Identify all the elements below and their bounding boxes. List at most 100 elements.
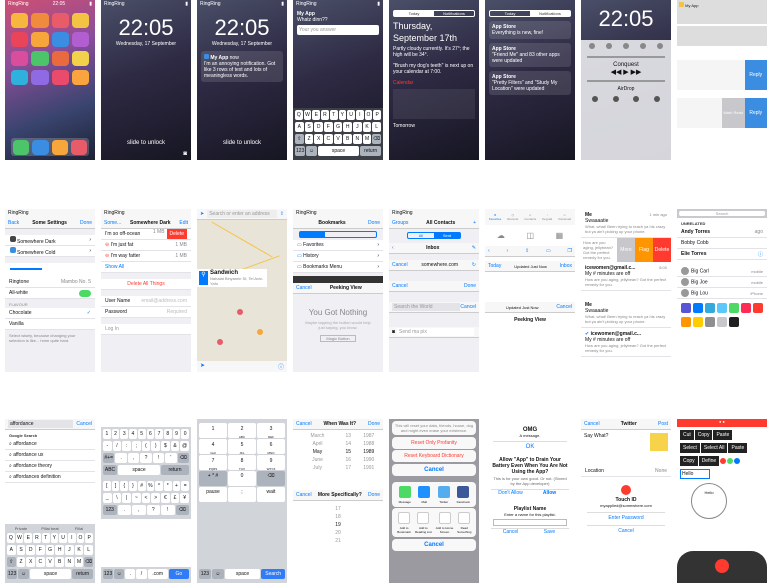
- action-home-screen[interactable]: Add to Home Screen: [434, 511, 456, 534]
- tweet-text[interactable]: Say What?: [581, 430, 671, 466]
- key[interactable]: M: [362, 134, 372, 144]
- key[interactable]: ^: [155, 481, 163, 491]
- key[interactable]: .: [115, 453, 127, 463]
- cancel-button[interactable]: Cancel: [460, 304, 476, 310]
- key[interactable]: Q: [6, 533, 15, 543]
- paste-button[interactable]: Paste: [713, 430, 733, 440]
- key[interactable]: 8: [163, 429, 172, 439]
- key[interactable]: P: [373, 110, 382, 120]
- copy-button[interactable]: Copy: [680, 456, 698, 466]
- abc-key[interactable]: ABC: [103, 465, 117, 475]
- color-swatch[interactable]: [741, 303, 751, 313]
- phone-icon[interactable]: [13, 140, 30, 155]
- post-button[interactable]: Post: [658, 421, 668, 427]
- key[interactable]: ): [151, 441, 161, 451]
- timer-icon[interactable]: [612, 96, 619, 102]
- key[interactable]: !: [161, 505, 175, 515]
- app-icon[interactable]: [51, 51, 69, 66]
- nc-notification[interactable]: App Store "Friend Me" and 83 other apps w…: [489, 43, 571, 67]
- key[interactable]: G: [45, 545, 55, 555]
- username-field[interactable]: User Name email@address.com: [101, 296, 191, 307]
- key[interactable]: <: [141, 493, 151, 503]
- bookmark-row[interactable]: ▭ Favorites ›: [293, 240, 383, 251]
- suggestion-row[interactable]: ⌕ affordance: [5, 439, 95, 450]
- mark-read-button[interactable]: Mark Read: [722, 98, 745, 128]
- key[interactable]: %: [146, 481, 155, 491]
- flavour-row[interactable]: Vanilla: [5, 319, 95, 330]
- cancel-button[interactable]: Cancel: [584, 421, 600, 427]
- key[interactable]: /: [136, 569, 147, 579]
- select-all-button[interactable]: Select All: [700, 443, 728, 453]
- password-field[interactable]: Password Required: [101, 307, 191, 318]
- app-icon[interactable]: [51, 32, 69, 47]
- color-swatch[interactable]: [729, 303, 739, 313]
- tab-favorites[interactable]: ★ Favorites: [489, 213, 501, 221]
- app-icon[interactable]: [71, 32, 89, 47]
- key[interactable]: N: [65, 557, 74, 567]
- tab-recents[interactable]: ◷ Recents: [507, 213, 518, 221]
- reply-input[interactable]: Your you answer: [297, 25, 379, 35]
- symbols-key[interactable]: #+=: [103, 453, 115, 463]
- go-key[interactable]: Go: [168, 569, 189, 579]
- key[interactable]: C: [324, 134, 333, 144]
- key[interactable]: L: [372, 122, 382, 132]
- minus-icon[interactable]: ⊖: [105, 253, 109, 259]
- key[interactable]: I: [67, 533, 76, 543]
- more-button[interactable]: More: [617, 238, 635, 262]
- key[interactable]: \: [112, 493, 122, 503]
- cancel-button[interactable]: Cancel: [296, 421, 312, 427]
- camera-icon[interactable]: [653, 96, 660, 102]
- mail-item[interactable]: ✔ icewomen@gmail.c... My # minutes are of…: [581, 328, 671, 357]
- moon-icon[interactable]: [639, 43, 646, 49]
- key[interactable]: R: [321, 110, 329, 120]
- done-button[interactable]: Done: [368, 421, 380, 427]
- app-icon[interactable]: [11, 13, 29, 28]
- delete-all-button[interactable]: Delete All Things: [101, 279, 191, 290]
- key[interactable]: *: [163, 481, 172, 491]
- contact-row[interactable]: Bobby Cobb: [677, 238, 767, 249]
- key[interactable]: Y: [50, 533, 59, 543]
- key[interactable]: I: [355, 110, 364, 120]
- ringtone-row[interactable]: Ringtone Mambo No. 5: [5, 277, 95, 288]
- banner-notification[interactable]: My App: [677, 0, 767, 24]
- key[interactable]: X: [314, 134, 323, 144]
- key[interactable]: B: [55, 557, 65, 567]
- color-swatch[interactable]: [693, 317, 703, 327]
- action-read[interactable]: Read Something: [455, 511, 473, 534]
- notification[interactable]: My App now I'm an annoying notification.…: [201, 51, 283, 82]
- key[interactable]: M: [74, 557, 84, 567]
- action-reading-list[interactable]: Add to Reading List: [413, 511, 434, 534]
- return-key[interactable]: return: [161, 465, 189, 475]
- numbers-key[interactable]: 123: [199, 569, 211, 579]
- cancel-button[interactable]: Cancel: [392, 464, 476, 476]
- chat-row[interactable]: Big Lou iPhone: [677, 288, 767, 299]
- add-button[interactable]: +: [473, 220, 476, 226]
- tab-voicemail[interactable]: ∞ Voicemail: [558, 213, 571, 221]
- prediction[interactable]: Private: [7, 526, 35, 531]
- key[interactable]: Q: [294, 110, 303, 120]
- key[interactable]: E: [24, 533, 33, 543]
- delete-key[interactable]: ⌫: [177, 453, 189, 463]
- tab-notifications[interactable]: Notifications: [434, 11, 474, 16]
- key[interactable]: :: [122, 441, 131, 451]
- key[interactable]: O: [76, 533, 85, 543]
- dotcom-key[interactable]: .com: [147, 569, 168, 579]
- mail-item[interactable]: Me Swaaaatie What, what! Been trying to re…: [581, 299, 671, 328]
- color-swatch[interactable]: [753, 303, 763, 313]
- enter-password-button[interactable]: Enter Password: [587, 512, 665, 521]
- key[interactable]: Z: [16, 557, 26, 567]
- date-picker[interactable]: March April May June July 13 14 15 16 17 1987 198…: [293, 430, 383, 474]
- color-swatch[interactable]: [729, 317, 739, 327]
- key[interactable]: 3: [120, 429, 129, 439]
- key[interactable]: 7: [155, 429, 163, 439]
- key[interactable]: 2: [111, 429, 120, 439]
- key[interactable]: 4: [129, 429, 137, 439]
- key[interactable]: V: [45, 557, 55, 567]
- location-arrow-icon[interactable]: ➤: [200, 211, 204, 217]
- key[interactable]: 9: [172, 429, 181, 439]
- segment[interactable]: [300, 232, 326, 237]
- slide-to-unlock[interactable]: slide to unlock: [197, 140, 287, 146]
- key[interactable]: !: [152, 453, 165, 463]
- key[interactable]: ;: [132, 441, 141, 451]
- delete-key[interactable]: ⌫: [372, 134, 382, 144]
